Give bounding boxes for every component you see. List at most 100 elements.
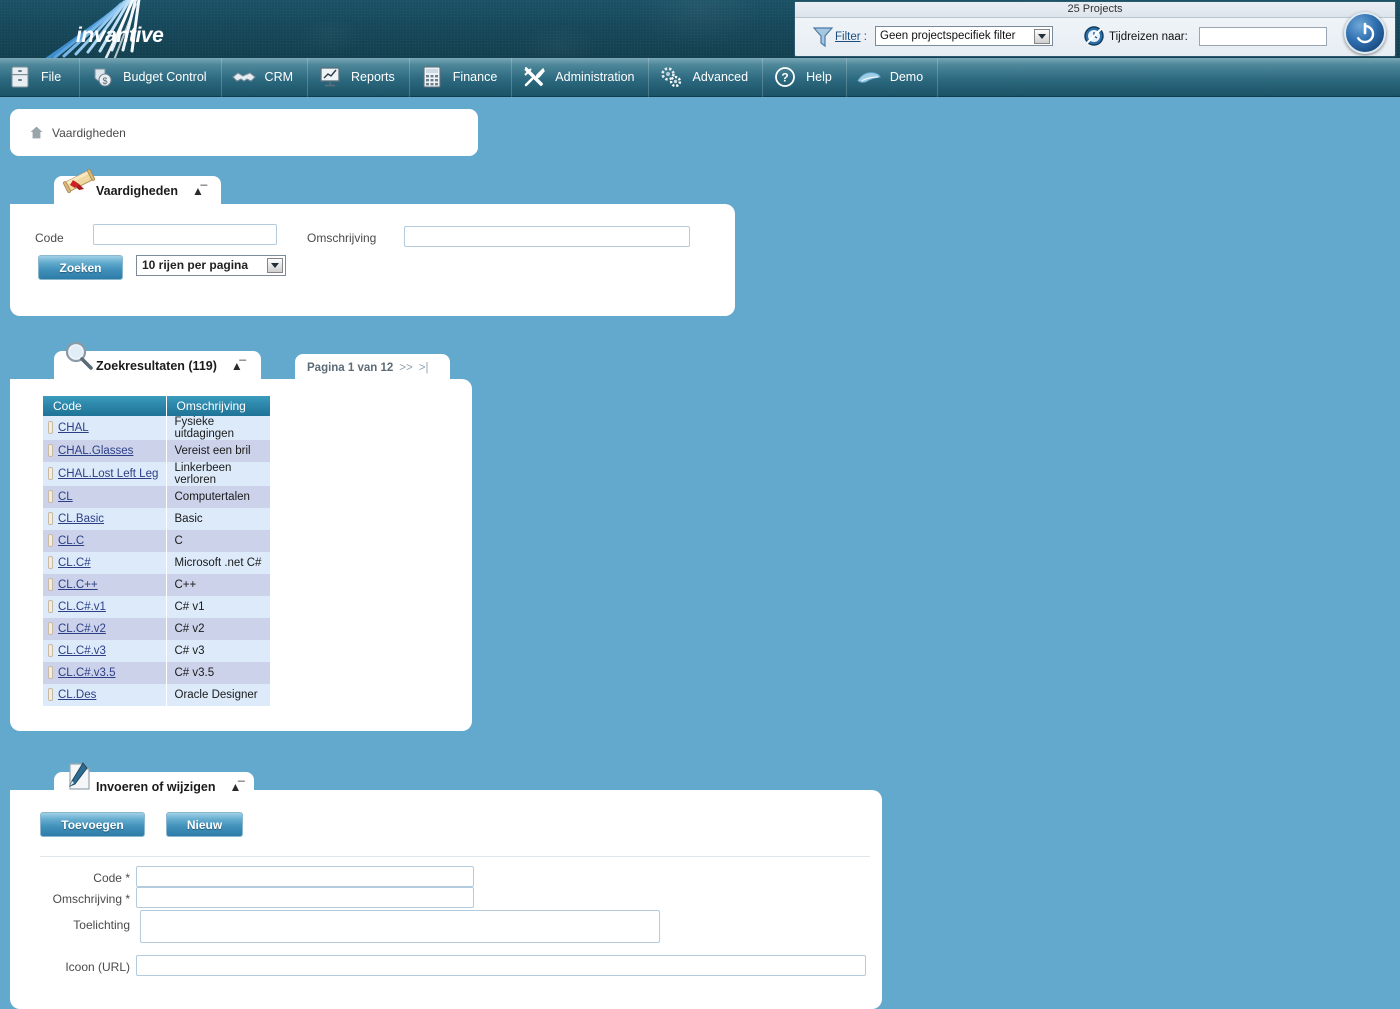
row-description: C# v2: [166, 618, 270, 640]
document-pen-icon: [69, 762, 91, 790]
power-button[interactable]: [1344, 12, 1386, 54]
table-row[interactable]: CHAL Fysieke uitdagingen: [43, 416, 270, 440]
table-row[interactable]: CL.C#.v3 C# v3: [43, 640, 270, 662]
rows-per-page-select[interactable]: 10 rijen per pagina: [136, 255, 286, 276]
row-code-link[interactable]: CL.Basic: [58, 513, 104, 525]
column-header-description[interactable]: Omschrijving: [166, 396, 270, 416]
row-code-link[interactable]: CL.C#.v3: [58, 645, 106, 657]
row-description: Microsoft .net C#: [166, 552, 270, 574]
table-row[interactable]: CL.C# Microsoft .net C#: [43, 552, 270, 574]
brand-logo[interactable]: invantive: [20, 0, 210, 58]
menu-item-demo[interactable]: Demo: [847, 57, 939, 97]
chevron-down-icon[interactable]: [1034, 28, 1050, 44]
table-row[interactable]: CL.C C: [43, 530, 270, 552]
search-panel-title: Vaardigheden: [96, 183, 178, 198]
table-row[interactable]: CHAL.Lost Left Leg Linkerbeen verloren: [43, 462, 270, 486]
row-grip-icon[interactable]: [48, 622, 53, 635]
row-code-link[interactable]: CL: [58, 491, 73, 503]
menu-item-crm[interactable]: CRM: [222, 57, 309, 97]
row-description: C++: [166, 574, 270, 596]
row-code-link[interactable]: CHAL.Lost Left Leg: [58, 468, 158, 480]
next-page-button[interactable]: >>: [399, 362, 412, 374]
menu-item-help[interactable]: ? Help: [763, 57, 847, 97]
last-page-button[interactable]: >|: [419, 362, 429, 374]
row-grip-icon[interactable]: [48, 421, 53, 434]
results-panel-header[interactable]: Zoekresultaten (119) ▲̅: [54, 341, 261, 380]
table-row[interactable]: CL.Des Oracle Designer: [43, 684, 270, 706]
search-panel-header[interactable]: Vaardigheden ▲̅: [54, 168, 221, 205]
filter-select[interactable]: Geen projectspecifiek filter: [875, 26, 1053, 46]
menu-label-budget-control: Budget Control: [123, 70, 207, 84]
row-description: C# v3: [166, 640, 270, 662]
breadcrumb[interactable]: Vaardigheden: [10, 109, 478, 156]
filter-label-group: Filter :: [835, 31, 867, 43]
new-button[interactable]: Nieuw: [166, 812, 243, 837]
pagination-tab: Pagina 1 van 12 >> >|: [295, 354, 450, 381]
row-grip-icon[interactable]: [48, 666, 53, 679]
row-description: Oracle Designer: [166, 684, 270, 706]
row-code-link[interactable]: CL.C#: [58, 557, 91, 569]
table-row[interactable]: CL Computertalen: [43, 486, 270, 508]
timetravel-input[interactable]: [1199, 27, 1327, 46]
row-grip-icon[interactable]: [48, 578, 53, 591]
field-input-code[interactable]: [136, 866, 474, 887]
row-grip-icon[interactable]: [48, 467, 53, 480]
row-code-link[interactable]: CL.C++: [58, 579, 98, 591]
form-divider: [40, 856, 870, 857]
filter-link[interactable]: Filter: [835, 31, 861, 43]
menu-label-finance: Finance: [452, 70, 498, 84]
row-grip-icon[interactable]: [48, 556, 53, 569]
row-code-link[interactable]: CHAL: [58, 422, 89, 434]
table-row[interactable]: CL.C#.v3.5 C# v3.5: [43, 662, 270, 684]
field-label-code: Code *: [93, 871, 130, 885]
code-filter-input[interactable]: [93, 224, 277, 245]
field-input-description[interactable]: [136, 887, 474, 908]
chevron-up-icon[interactable]: ▲̅: [229, 780, 241, 794]
row-code-link[interactable]: CL.C#.v2: [58, 623, 106, 635]
menu-label-demo: Demo: [889, 70, 924, 84]
svg-text:$: $: [103, 76, 108, 86]
table-row[interactable]: CL.C#.v2 C# v2: [43, 618, 270, 640]
row-code-link[interactable]: CL.C#.v3.5: [58, 667, 116, 679]
row-description: C# v1: [166, 596, 270, 618]
breadcrumb-label: Vaardigheden: [52, 125, 126, 140]
row-grip-icon[interactable]: [48, 688, 53, 701]
menu-item-advanced[interactable]: Advanced: [649, 57, 764, 97]
row-code-link[interactable]: CHAL.Glasses: [58, 445, 133, 457]
row-grip-icon[interactable]: [48, 534, 53, 547]
table-row[interactable]: CL.Basic Basic: [43, 508, 270, 530]
row-description: Vereist een bril: [166, 440, 270, 462]
filter-select-value: Geen projectspecifiek filter: [880, 30, 1016, 42]
menu-item-finance[interactable]: Finance: [410, 57, 513, 97]
menu-label-reports: Reports: [351, 70, 395, 84]
description-filter-input[interactable]: [404, 226, 690, 247]
table-row[interactable]: CL.C++ C++: [43, 574, 270, 596]
table-row[interactable]: CL.C#.v1 C# v1: [43, 596, 270, 618]
field-input-icon-url[interactable]: [136, 955, 866, 976]
menu-item-reports[interactable]: Reports: [308, 57, 410, 97]
row-grip-icon[interactable]: [48, 644, 53, 657]
question-circle-icon: ?: [773, 65, 797, 89]
menu-item-file[interactable]: File: [0, 57, 81, 97]
row-grip-icon[interactable]: [48, 490, 53, 503]
menu-item-administration[interactable]: Administration: [512, 57, 650, 97]
chevron-up-icon[interactable]: ▲̅: [192, 184, 204, 198]
column-header-code[interactable]: Code: [43, 396, 167, 416]
menu-item-budget-control[interactable]: $ Budget Control: [80, 57, 222, 97]
search-button[interactable]: Zoeken: [38, 255, 123, 280]
row-grip-icon[interactable]: [48, 600, 53, 613]
chevron-up-icon[interactable]: ▲̅: [231, 359, 243, 373]
edit-panel-header[interactable]: Invoeren of wijzigen ▲̅: [54, 762, 254, 801]
row-grip-icon[interactable]: [48, 512, 53, 525]
table-row[interactable]: CHAL.Glasses Vereist een bril: [43, 440, 270, 462]
row-code-link[interactable]: CL.C: [58, 535, 84, 547]
add-button[interactable]: Toevoegen: [40, 812, 145, 837]
field-input-explanation[interactable]: [140, 910, 660, 943]
results-panel-title: Zoekresultaten (119): [96, 358, 217, 373]
row-grip-icon[interactable]: [48, 444, 53, 457]
row-description: Computertalen: [166, 486, 270, 508]
row-code-link[interactable]: CL.C#.v1: [58, 601, 106, 613]
chevron-down-icon[interactable]: [267, 257, 283, 273]
row-code-link[interactable]: CL.Des: [58, 689, 96, 701]
menu-label-advanced: Advanced: [692, 70, 749, 84]
